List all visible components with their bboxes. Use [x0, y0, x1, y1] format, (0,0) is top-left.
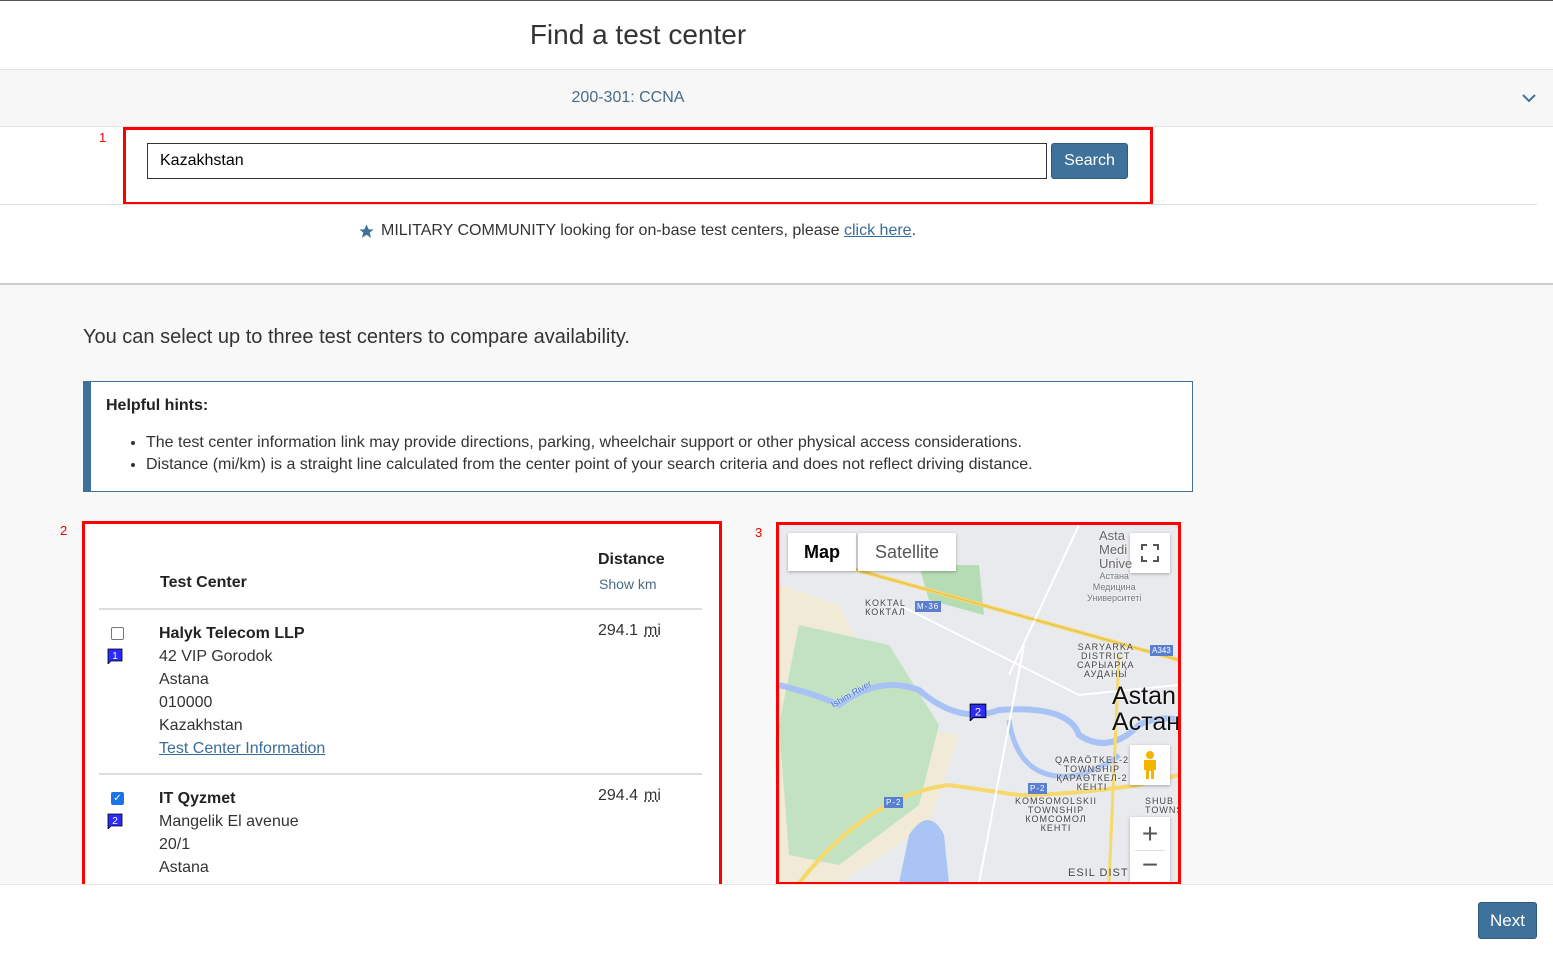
hint-item: The test center information link may pro…: [146, 432, 1177, 454]
header-section: Find a test center 200-301: CCNA 1 Searc…: [0, 0, 1553, 285]
hint-item: Distance (mi/km) is a straight line calc…: [146, 454, 1177, 476]
intro-text: You can select up to three test centers …: [83, 326, 630, 348]
next-button[interactable]: Next: [1478, 902, 1537, 939]
divider: [0, 204, 1537, 205]
helpful-hints: Helpful hints: The test center informati…: [83, 381, 1193, 492]
annotation-label-2: 2: [60, 523, 68, 538]
exam-selector[interactable]: 200-301: CCNA: [0, 69, 1553, 127]
military-notice: MILITARY COMMUNITY looking for on-base t…: [358, 222, 916, 240]
annotation-box-2: [82, 521, 722, 887]
page-title: Find a test center: [529, 19, 747, 50]
star-icon: [359, 223, 374, 238]
footer: Next: [0, 884, 1553, 954]
search-button[interactable]: Search: [1051, 143, 1128, 179]
annotation-box-3: [776, 522, 1181, 885]
military-text: MILITARY COMMUNITY looking for on-base t…: [381, 222, 844, 239]
hints-title: Helpful hints:: [106, 397, 209, 414]
military-end: .: [911, 222, 917, 239]
military-link[interactable]: click here: [844, 222, 912, 239]
annotation-label-3: 3: [755, 525, 763, 540]
search-input[interactable]: [147, 143, 1047, 179]
annotation-label-1: 1: [99, 130, 107, 145]
chevron-down-icon[interactable]: [1521, 90, 1537, 106]
exam-name: 200-301: CCNA: [571, 89, 685, 106]
